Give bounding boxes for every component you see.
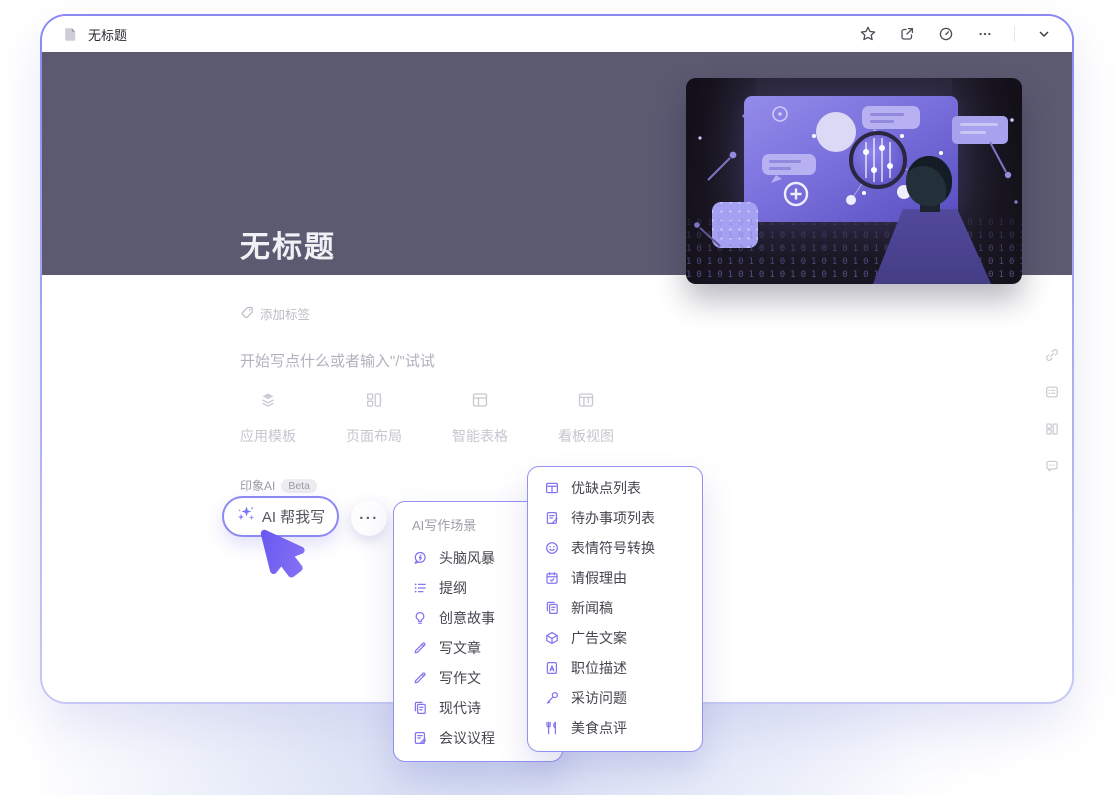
titlebar: 无标题 (42, 16, 1072, 52)
news-icon (544, 600, 560, 616)
add-tag-button[interactable]: 添加标签 (240, 304, 310, 323)
ai-write-label: AI 帮我写 (262, 506, 325, 527)
editor-placeholder[interactable]: 开始写点什么或者输入"/"试试 (240, 350, 435, 371)
ai-sparkle-icon (236, 504, 256, 529)
menu-item-job[interactable]: 职位描述 (528, 653, 702, 683)
share-icon[interactable] (897, 24, 917, 44)
leave-icon (544, 570, 560, 586)
smart-table-icon (470, 390, 490, 415)
quick-action-kanban[interactable]: 看板视图 (557, 390, 615, 446)
add-tag-label: 添加标签 (260, 304, 310, 323)
write-essay-icon (412, 670, 428, 686)
menu-item-leave[interactable]: 请假理由 (528, 563, 702, 593)
recent-icon[interactable] (936, 24, 956, 44)
ai-brand-label: 印象AI (240, 477, 275, 494)
ai-brand-row: 印象AI Beta (240, 477, 317, 494)
ai-scenes-menu: 优缺点列表 待办事项列表 表情符号转换 请假理由 新闻稿 广告文案 职位描述 (527, 466, 703, 752)
kanban-icon (576, 390, 596, 415)
emoji-icon (544, 540, 560, 556)
note-header-title[interactable]: 无标题 (240, 222, 336, 266)
tag-icon (240, 305, 254, 322)
layout-icon (364, 390, 384, 415)
ai-more-button[interactable]: ··· (351, 500, 387, 536)
brainstorm-icon (412, 550, 428, 566)
note-title: 无标题 (88, 25, 127, 44)
quick-action-layout[interactable]: 页面布局 (345, 390, 403, 446)
outline-icon (412, 580, 428, 596)
template-icon (258, 390, 278, 415)
collapse-icon[interactable] (1034, 24, 1054, 44)
document-icon (60, 24, 80, 44)
link-icon[interactable] (1044, 347, 1060, 363)
list-icon[interactable] (1044, 384, 1060, 400)
side-toolbar (1044, 347, 1060, 474)
menu-item-news[interactable]: 新闻稿 (528, 593, 702, 623)
job-icon (544, 660, 560, 676)
todo-icon (544, 510, 560, 526)
quick-action-template[interactable]: 应用模板 (239, 390, 297, 446)
star-icon[interactable] (858, 24, 878, 44)
menu-item-interview[interactable]: 采访问题 (528, 683, 702, 713)
interview-icon (544, 690, 560, 706)
ai-more-label: ··· (359, 510, 379, 527)
menu-item-emoji[interactable]: 表情符号转换 (528, 533, 702, 563)
menu-item-food-review[interactable]: 美食点评 (528, 713, 702, 743)
more-icon[interactable] (975, 24, 995, 44)
blocks-icon[interactable] (1044, 421, 1060, 437)
ai-write-button[interactable]: AI 帮我写 (222, 496, 339, 537)
ai-illustration: 1010101010101010101010101010101010101010… (686, 78, 1022, 284)
titlebar-actions (858, 24, 1054, 44)
quick-action-smart-table[interactable]: 智能表格 (451, 390, 509, 446)
agenda-icon (412, 730, 428, 746)
menu-item-pros-cons[interactable]: 优缺点列表 (528, 473, 702, 503)
titlebar-divider (1014, 26, 1015, 42)
menu-item-ad-copy[interactable]: 广告文案 (528, 623, 702, 653)
page-background: 无标题 (0, 0, 1116, 795)
food-review-icon (544, 720, 560, 736)
story-icon (412, 610, 428, 626)
menu-item-todo[interactable]: 待办事项列表 (528, 503, 702, 533)
quick-actions: 应用模板 页面布局 智能表格 (239, 390, 615, 446)
poem-icon (412, 700, 428, 716)
pros-cons-icon (544, 480, 560, 496)
ad-copy-icon (544, 630, 560, 646)
write-article-icon (412, 640, 428, 656)
beta-badge: Beta (281, 479, 317, 493)
comment-icon[interactable] (1044, 458, 1060, 474)
person-silhouette (854, 164, 1006, 284)
